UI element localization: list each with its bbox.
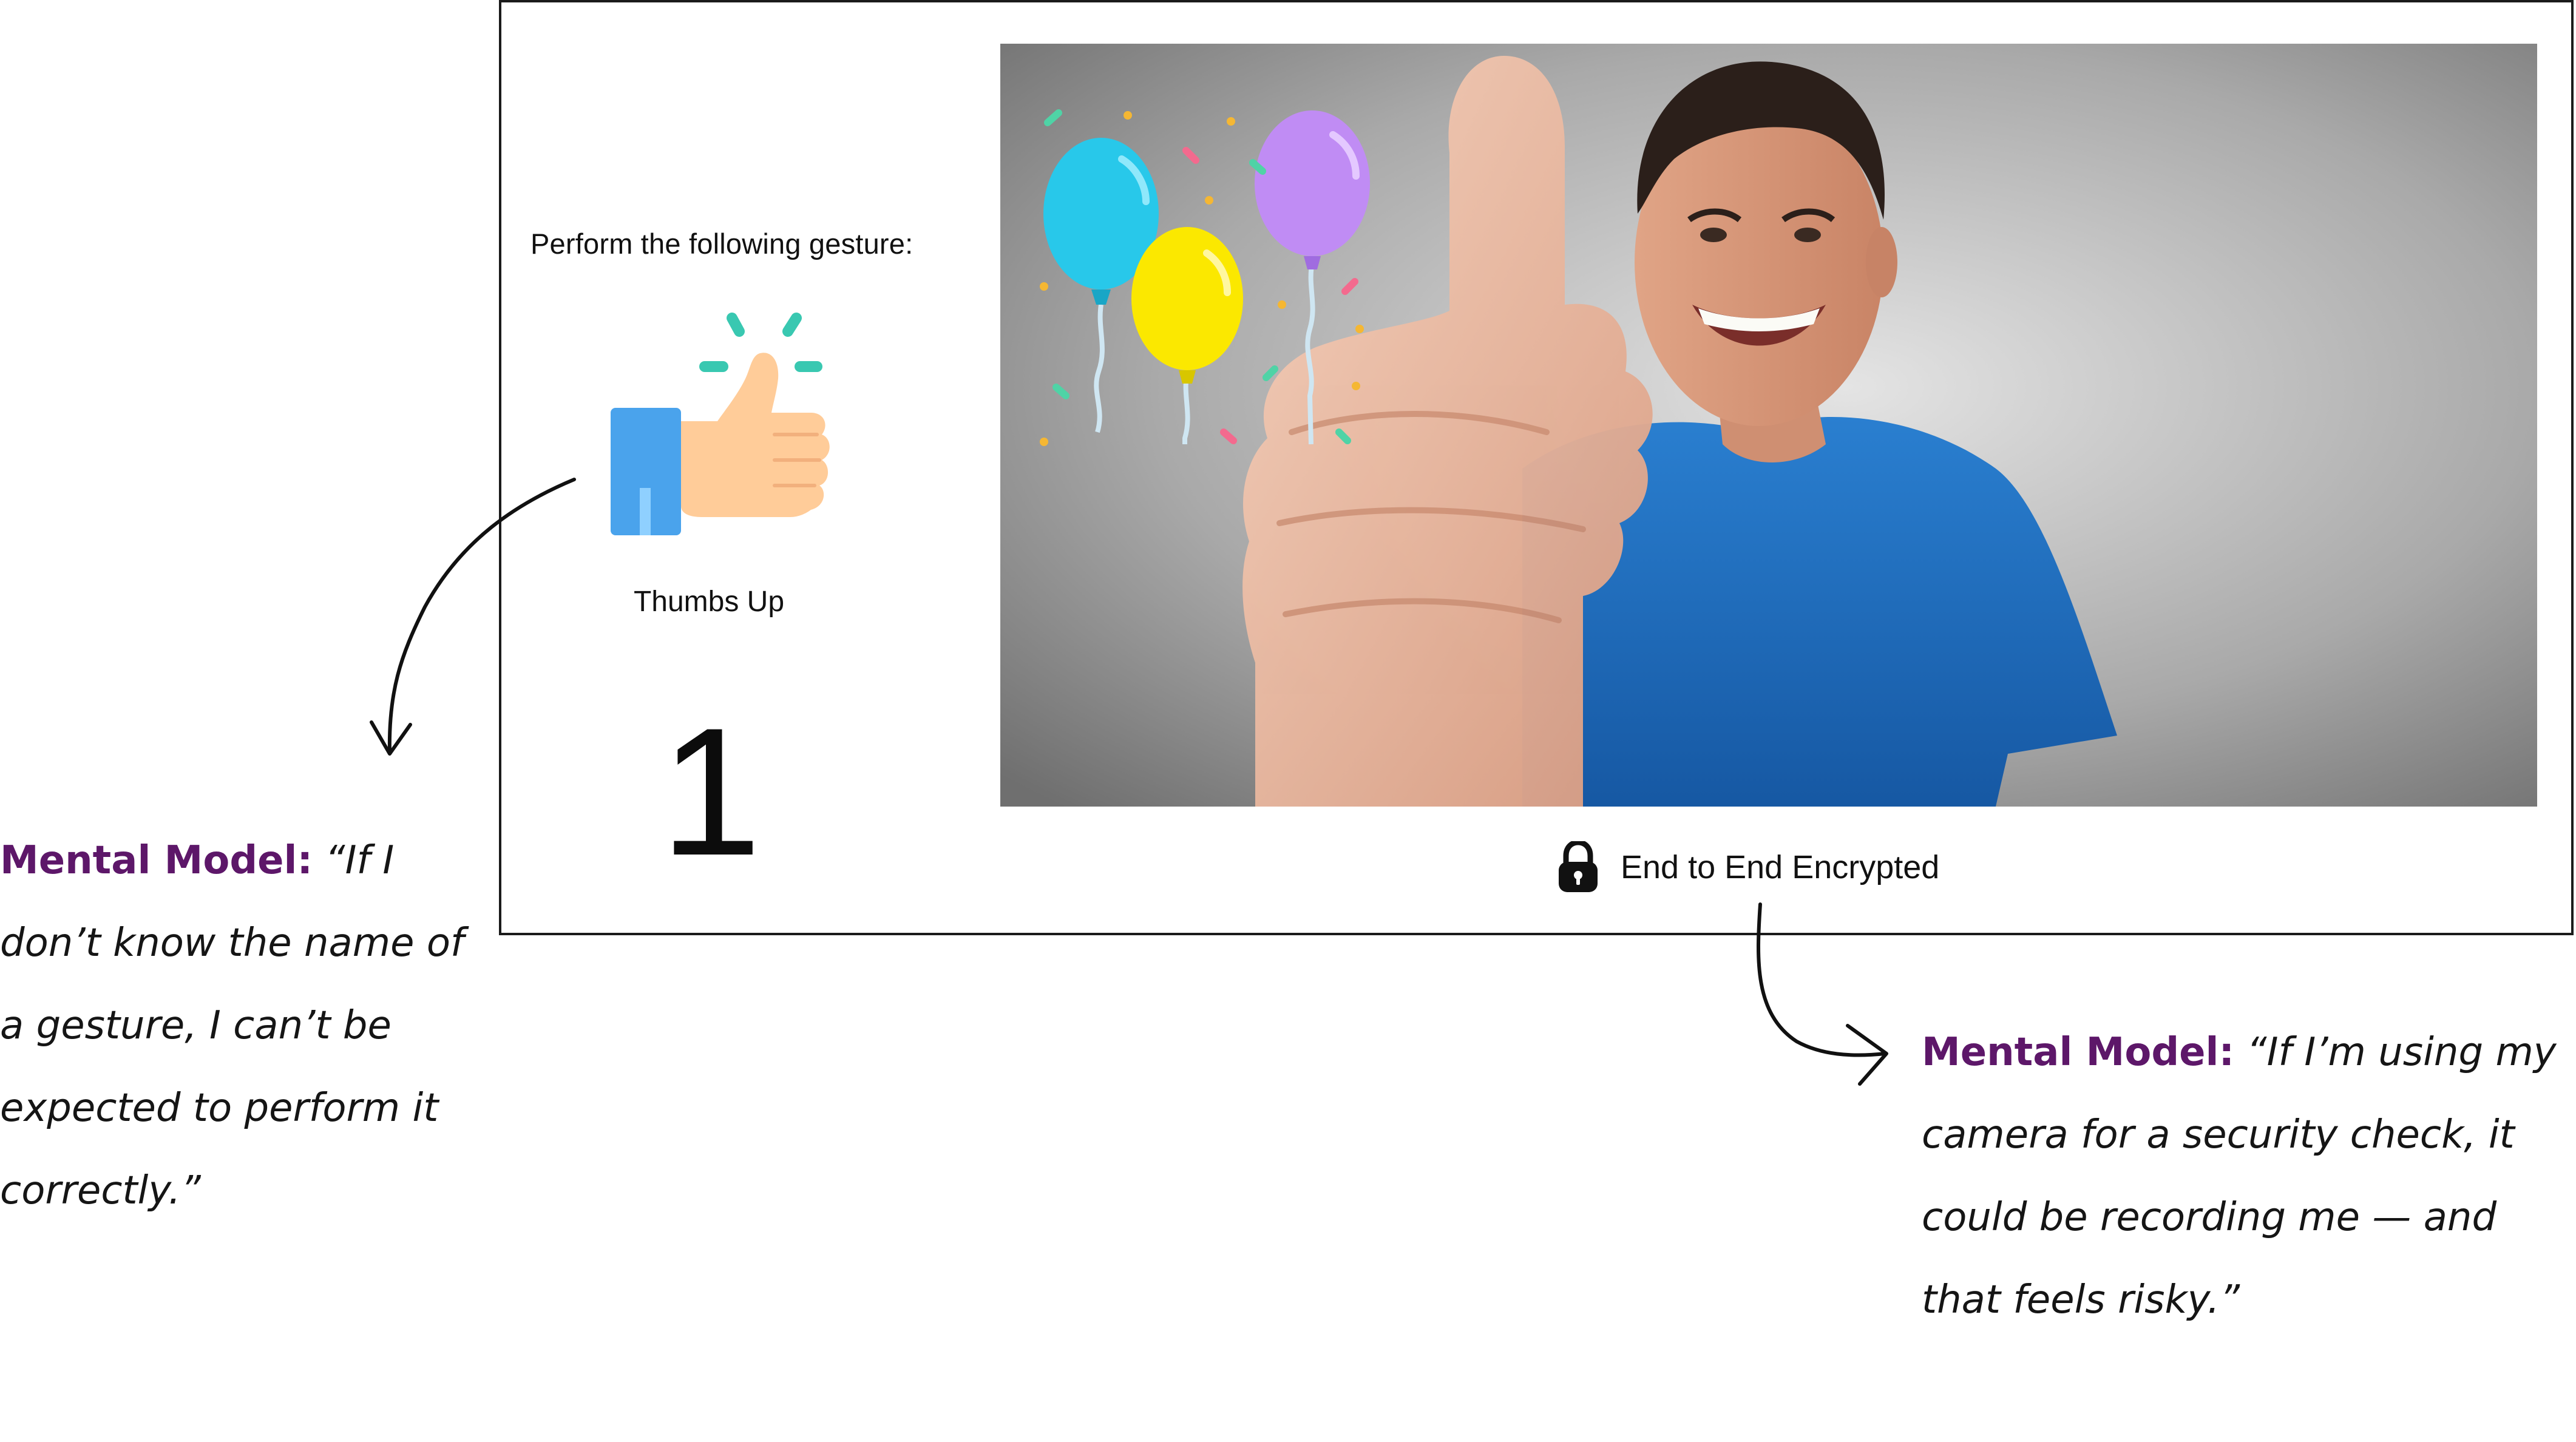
gesture-name: Thumbs Up [633,586,785,618]
camera-preview [1000,44,2537,807]
gesture-prompt: Perform the following gesture: [530,228,913,260]
left-annotation-arrow [370,478,576,756]
annotation-label: Mental Model: [1922,1030,2235,1075]
right-annotation-arrow [1757,902,1888,1086]
lock-icon [1559,841,1598,892]
annotation-quote: “If I don’t know the name of a gesture, … [0,838,464,1213]
thumbs-up-icon [611,313,830,535]
countdown-timer: 1 [660,689,762,893]
left-mental-model-annotation: Mental Model: “If I don’t know the name … [0,819,486,1232]
encryption-status: End to End Encrypted [1557,840,1939,895]
encryption-label: End to End Encrypted [1621,849,1940,885]
gesture-captcha-frame: Perform the following gesture: Thumbs Up… [499,0,2574,935]
annotation-label: Mental Model: [0,838,313,883]
right-mental-model-annotation: Mental Model: “If I’m using my camera fo… [1922,1011,2565,1341]
